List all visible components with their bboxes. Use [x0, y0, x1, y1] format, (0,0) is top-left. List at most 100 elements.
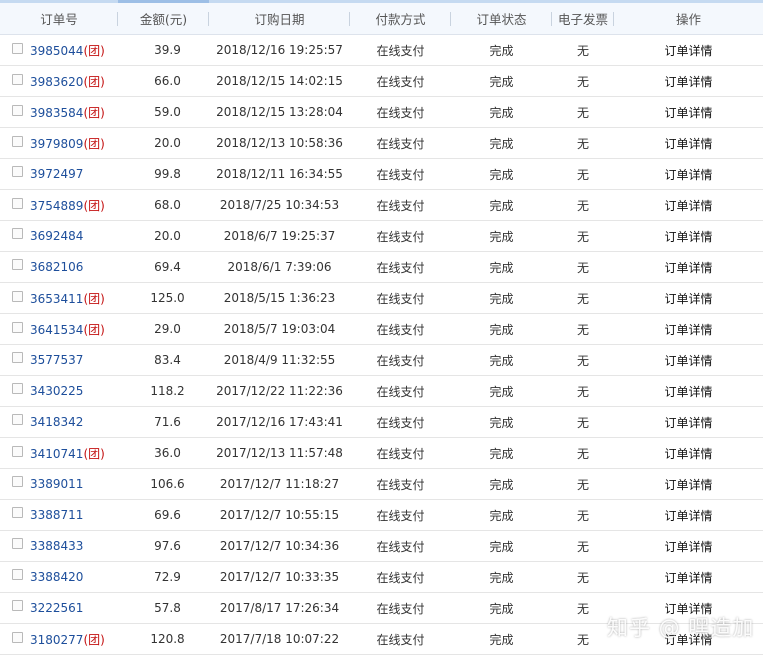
row-checkbox[interactable]: [12, 475, 23, 487]
payment-cell: 在线支付: [350, 65, 451, 97]
order-id-link[interactable]: 3577537: [30, 353, 83, 367]
order-detail-link[interactable]: 订单详情: [664, 478, 712, 492]
row-checkbox[interactable]: [12, 227, 23, 239]
order-detail-link[interactable]: 订单详情: [664, 261, 712, 275]
order-id-link[interactable]: 3682106: [30, 260, 83, 274]
order-cell: 3979809(团): [0, 127, 118, 159]
invoice-cell: 无: [552, 375, 614, 407]
order-detail-link[interactable]: 订单详情: [664, 106, 712, 120]
invoice-cell: 无: [552, 344, 614, 376]
invoice-cell: 无: [552, 592, 614, 624]
order-id-link[interactable]: 3418342: [30, 415, 83, 429]
row-checkbox[interactable]: [12, 197, 23, 209]
row-checkbox[interactable]: [12, 506, 23, 518]
order-detail-link[interactable]: 订单详情: [664, 75, 712, 89]
order-id-link[interactable]: 3985044: [30, 44, 83, 58]
date-cell: 2017/12/7 10:55:15: [209, 499, 350, 531]
row-checkbox[interactable]: [12, 382, 23, 394]
order-detail-link[interactable]: 订单详情: [664, 571, 712, 585]
order-cell: 3985044(团): [0, 34, 118, 66]
payment-cell: 在线支付: [350, 127, 451, 159]
order-detail-link[interactable]: 订单详情: [664, 323, 712, 337]
table-row: 3388711 69.6 2017/12/7 10:55:15 在线支付 完成无 订单详情: [0, 499, 763, 531]
row-checkbox[interactable]: [12, 445, 23, 457]
table-row: 3985044(团) 39.9 2018/12/16 19:25:57 在线支付 完成无…: [0, 34, 763, 66]
date-cell: 2018/12/11 16:34:55: [209, 158, 350, 190]
amount-cell: 106.6: [118, 468, 209, 500]
order-cell: 3389011: [0, 468, 118, 500]
order-id-link[interactable]: 3754889: [30, 199, 83, 213]
order-detail-link[interactable]: 订单详情: [664, 137, 712, 151]
order-id-link[interactable]: 3388711: [30, 508, 83, 522]
table-row: 3430225 118.2 2017/12/22 11:22:36 在线支付 完成无 订单…: [0, 375, 763, 407]
order-detail-link[interactable]: 订单详情: [664, 168, 712, 182]
invoice-cell: 无: [552, 437, 614, 469]
payment-cell: 在线支付: [350, 592, 451, 624]
amount-cell: 59.0: [118, 96, 209, 128]
order-detail-link[interactable]: 订单详情: [664, 199, 712, 213]
order-id-link[interactable]: 3983584: [30, 106, 83, 120]
header-payment[interactable]: 付款方式: [350, 0, 451, 35]
row-checkbox[interactable]: [12, 165, 23, 177]
header-amount[interactable]: 金额(元): [118, 0, 209, 35]
order-id-link[interactable]: 3389011: [30, 477, 83, 491]
payment-cell: 在线支付: [350, 189, 451, 221]
order-detail-link[interactable]: 订单详情: [664, 540, 712, 554]
amount-cell: 66.0: [118, 65, 209, 97]
row-checkbox[interactable]: [12, 135, 23, 147]
row-checkbox[interactable]: [12, 42, 23, 54]
date-cell: 2018/6/7 19:25:37: [209, 220, 350, 252]
order-cell: 3653411(团): [0, 282, 118, 314]
order-detail-link[interactable]: 订单详情: [664, 385, 712, 399]
row-checkbox[interactable]: [12, 568, 23, 580]
header-status[interactable]: 订单状态: [451, 0, 552, 35]
row-checkbox[interactable]: [12, 73, 23, 85]
order-detail-link[interactable]: 订单详情: [664, 416, 712, 430]
order-detail-link[interactable]: 订单详情: [664, 509, 712, 523]
order-id-link[interactable]: 3388420: [30, 570, 83, 584]
order-id-link[interactable]: 3222561: [30, 601, 83, 615]
status-cell: 完成: [451, 499, 552, 531]
order-detail-link[interactable]: 订单详情: [664, 354, 712, 368]
header-amount-label: 金额(元): [139, 12, 188, 27]
order-cell: 3430225: [0, 375, 118, 407]
order-detail-link[interactable]: 订单详情: [664, 44, 712, 58]
invoice-cell: 无: [552, 623, 614, 655]
row-checkbox[interactable]: [12, 104, 23, 116]
row-checkbox[interactable]: [12, 290, 23, 302]
table-header-row: 订单号 金额(元) 订购日期 付款方式 订单状态 电子发票 操作: [0, 0, 763, 35]
row-checkbox[interactable]: [12, 351, 23, 363]
order-id-link[interactable]: 3972497: [30, 167, 83, 181]
order-id-link[interactable]: 3979809: [30, 137, 83, 151]
invoice-cell: 无: [552, 313, 614, 345]
status-cell: 完成: [451, 468, 552, 500]
row-checkbox[interactable]: [12, 599, 23, 611]
order-detail-link[interactable]: 订单详情: [664, 447, 712, 461]
table-row: 3653411(团) 125.0 2018/5/15 1:36:23 在线支付 完成无订…: [0, 282, 763, 314]
date-cell: 2018/12/13 10:58:36: [209, 127, 350, 159]
payment-cell: 在线支付: [350, 313, 451, 345]
row-checkbox[interactable]: [12, 537, 23, 549]
order-id-link[interactable]: 3692484: [30, 229, 83, 243]
row-checkbox[interactable]: [12, 631, 23, 643]
header-date[interactable]: 订购日期: [209, 0, 350, 35]
order-id-link[interactable]: 3653411: [30, 292, 83, 306]
date-cell: 2018/7/25 10:34:53: [209, 189, 350, 221]
action-cell: 订单详情: [614, 561, 763, 593]
row-checkbox[interactable]: [12, 258, 23, 270]
order-id-link[interactable]: 3388433: [30, 539, 83, 553]
order-id-link[interactable]: 3430225: [30, 384, 83, 398]
status-cell: 完成: [451, 251, 552, 283]
order-detail-link[interactable]: 订单详情: [664, 230, 712, 244]
amount-cell: 36.0: [118, 437, 209, 469]
row-checkbox[interactable]: [12, 321, 23, 333]
order-id-link[interactable]: 3180277: [30, 633, 83, 647]
order-id-link[interactable]: 3983620: [30, 75, 83, 89]
order-detail-link[interactable]: 订单详情: [664, 292, 712, 306]
order-id-link[interactable]: 3410741: [30, 447, 83, 461]
order-id-link[interactable]: 3641534: [30, 323, 83, 337]
row-checkbox[interactable]: [12, 413, 23, 425]
header-invoice[interactable]: 电子发票: [552, 0, 614, 35]
header-order-no[interactable]: 订单号: [0, 0, 118, 35]
order-cell: 3692484: [0, 220, 118, 252]
